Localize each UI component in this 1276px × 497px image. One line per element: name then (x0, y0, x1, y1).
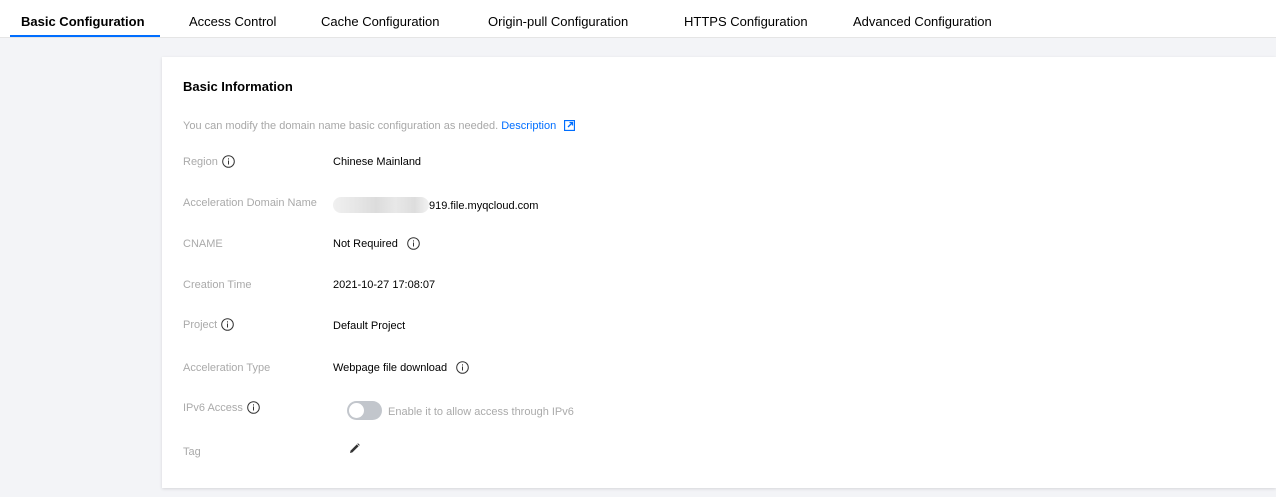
card-description: You can modify the domain name basic con… (183, 120, 576, 132)
tag-edit-container (349, 443, 360, 457)
tag-label: Tag (183, 446, 201, 458)
cname-value-container: Not Required (333, 237, 420, 250)
redacted-domain-prefix (333, 197, 429, 213)
tab-https-configuration[interactable]: HTTPS Configuration (684, 0, 808, 38)
tab-access-control[interactable]: Access Control (189, 0, 276, 38)
acceleration-type-value: Webpage file download (333, 362, 448, 374)
toggle-knob (349, 403, 364, 418)
tab-origin-pull-configuration[interactable]: Origin-pull Configuration (488, 0, 628, 38)
description-text: You can modify the domain name basic con… (183, 120, 499, 132)
project-label: Project (183, 318, 235, 331)
creation-time-value: 2021-10-27 17:08:07 (333, 279, 436, 291)
info-circle-icon[interactable] (456, 361, 470, 374)
basic-information-card: Basic Information You can modify the dom… (162, 57, 1276, 488)
info-circle-icon[interactable] (222, 155, 235, 168)
region-label: Region (183, 155, 235, 168)
info-circle-icon[interactable] (247, 401, 260, 414)
ipv6-access-label-text: IPv6 Access (183, 402, 243, 414)
cname-value: Not Required (333, 238, 398, 250)
region-label-text: Region (183, 156, 218, 168)
cname-label: CNAME (183, 238, 223, 250)
acceleration-type-label: Acceleration Type (183, 362, 271, 374)
info-circle-icon[interactable] (407, 237, 420, 250)
tab-bar: Basic Configuration Access Control Cache… (0, 0, 1276, 38)
ipv6-access-label: IPv6 Access (183, 401, 260, 414)
description-link-label: Description (501, 120, 557, 132)
content-area: Basic Information You can modify the dom… (0, 38, 1276, 497)
acceleration-type-value-container: Webpage file download (333, 361, 470, 374)
tab-cache-configuration[interactable]: Cache Configuration (321, 0, 440, 38)
pencil-icon[interactable] (349, 443, 360, 454)
ipv6-access-value-container: Enable it to allow access through IPv6 (347, 401, 574, 420)
external-link-icon (564, 120, 576, 131)
info-circle-icon[interactable] (221, 318, 235, 331)
region-value: Chinese Mainland (333, 156, 422, 168)
tab-advanced-configuration[interactable]: Advanced Configuration (853, 0, 992, 38)
card-title: Basic Information (183, 79, 293, 94)
active-tab-indicator (10, 35, 160, 37)
description-link[interactable]: Description (501, 120, 576, 132)
domain-label: Acceleration Domain Name (183, 197, 317, 209)
project-label-text: Project (183, 319, 218, 331)
project-value: Default Project (333, 320, 406, 332)
ipv6-access-toggle[interactable] (347, 401, 382, 420)
ipv6-access-hint: Enable it to allow access through IPv6 (388, 406, 574, 418)
tab-basic-configuration[interactable]: Basic Configuration (21, 0, 145, 38)
creation-time-label: Creation Time (183, 279, 252, 291)
domain-value: 919.file.myqcloud.com (429, 200, 539, 212)
domain-value-container: 919.file.myqcloud.com (333, 197, 538, 213)
